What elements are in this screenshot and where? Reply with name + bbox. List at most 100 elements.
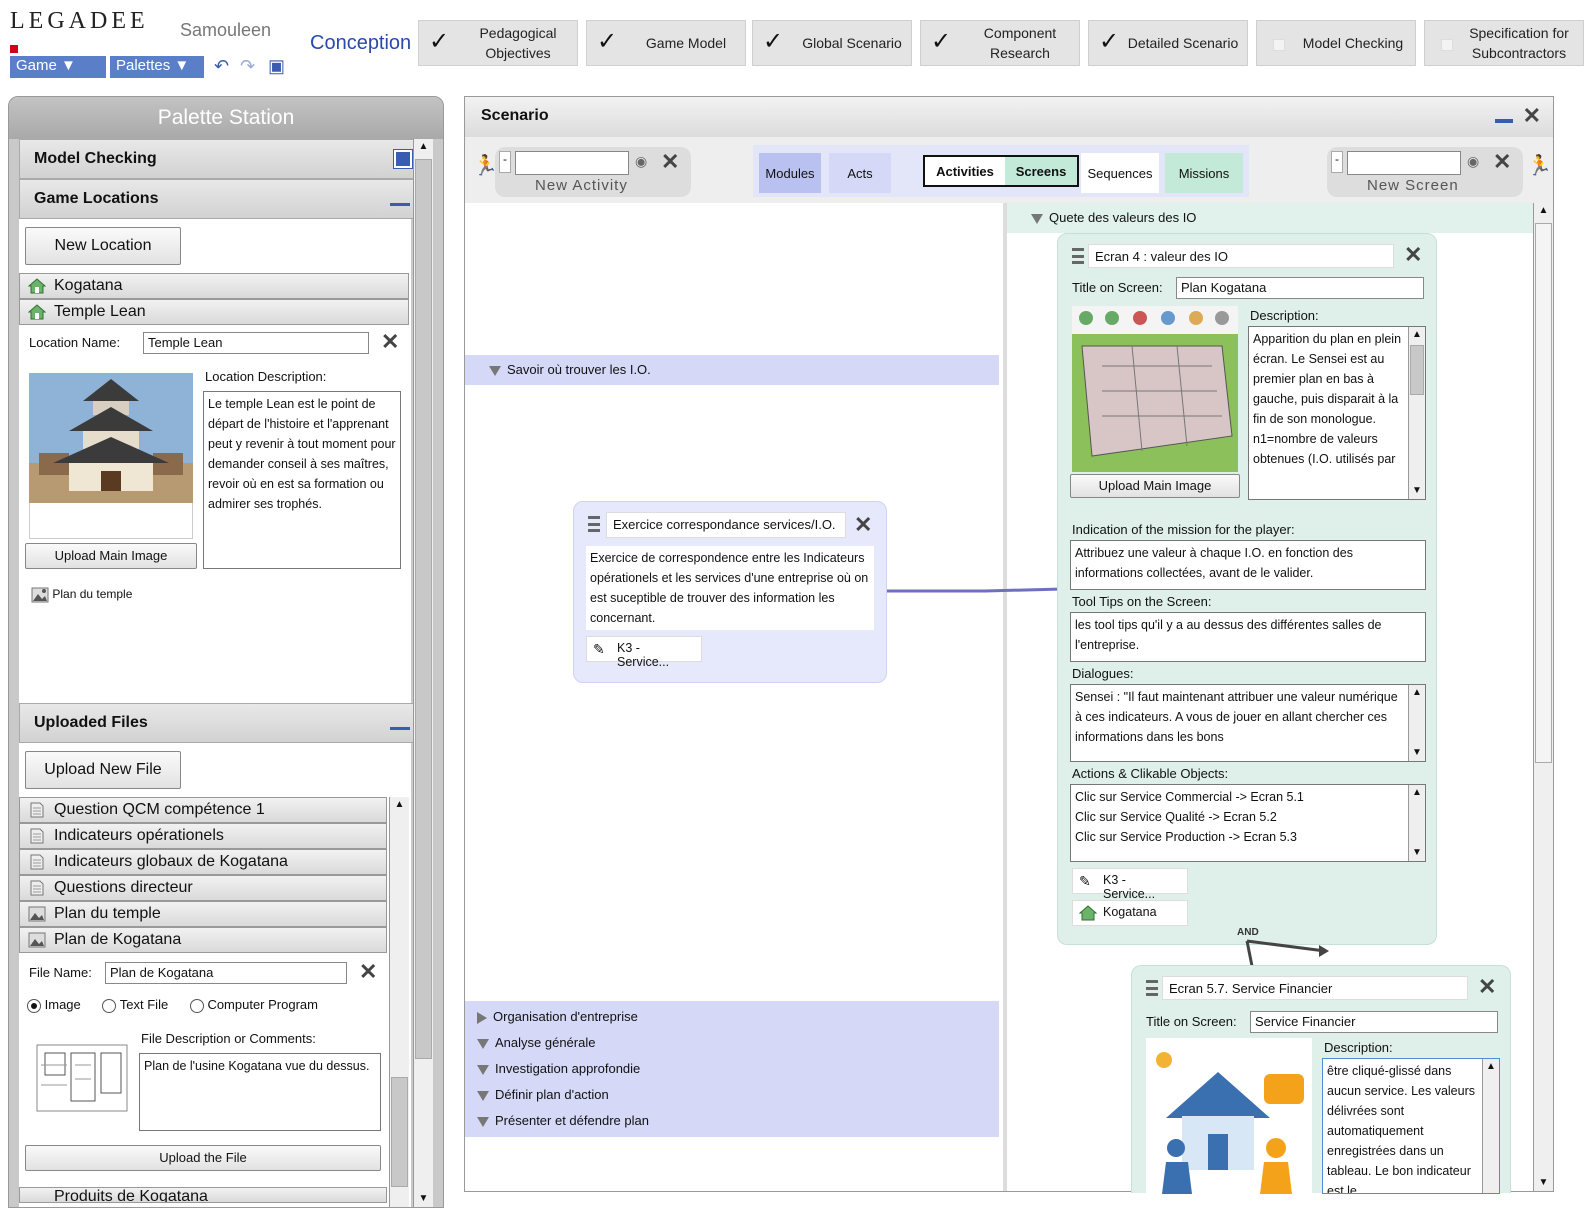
drag-handle-icon[interactable] [1146,980,1158,996]
file-item[interactable]: Plan de Kogatana [19,927,387,953]
scroll-up-icon[interactable]: ▲ [390,797,409,813]
game-locations-section[interactable]: Game Locations [19,179,423,219]
redo-icon[interactable]: ↷ [240,56,255,77]
files-scrollbar[interactable]: ▲ [389,797,409,1207]
module-item[interactable]: Analyse générale [477,1035,595,1050]
tooltips-field[interactable]: les tool tips qu'il y a au dessus des di… [1070,612,1426,662]
screen-card[interactable]: Ecran 4 : valeur des IO ✕ Title on Scree… [1057,233,1437,945]
location-item-temple-lean[interactable]: Temple Lean [19,299,409,325]
file-item[interactable]: Questions directeur [19,875,387,901]
scroll-up-icon[interactable]: ▲ [1409,327,1425,343]
module-item[interactable]: Organisation d'entreprise [477,1009,638,1024]
radio-text-file[interactable] [102,998,117,1013]
file-item[interactable]: Plan du temple [19,901,387,927]
screen-description-field[interactable]: être cliqué-glissé dans aucun service. L… [1322,1058,1500,1194]
upload-the-file-button[interactable]: Upload the File [25,1145,381,1171]
model-checking-section[interactable]: Model Checking [19,139,423,179]
scenario-scrollbar[interactable]: ▲ ▼ [1533,203,1553,1191]
scroll-up-icon[interactable]: ▲ [414,139,433,155]
close-icon[interactable]: ✕ [1478,974,1496,1000]
screen-title[interactable]: Ecran 5.7. Service Financier [1162,976,1468,1000]
file-item[interactable]: Indicateurs opérationels [19,823,387,849]
close-icon[interactable]: ✕ [381,329,399,355]
expand-triangle-icon[interactable] [477,1011,487,1024]
tab-sequences[interactable]: Sequences [1081,153,1159,193]
dialogues-field[interactable]: Sensei : "Il faut maintenant attribuer u… [1070,684,1426,762]
eye-icon[interactable]: ◉ [635,153,647,170]
screen-card[interactable]: Ecran 5.7. Service Financier ✕ Title on … [1131,965,1511,1194]
save-icon[interactable]: ▣ [268,56,285,77]
scroll-thumb[interactable] [415,159,432,1059]
scroll-thumb[interactable] [1410,345,1424,395]
tab-screens[interactable]: Screens [1005,155,1079,187]
minus-icon[interactable]: - [499,151,511,173]
eye-icon[interactable]: ◉ [1467,153,1479,170]
drag-handle-icon[interactable] [1072,248,1084,264]
module-item[interactable]: Investigation approfondie [477,1061,640,1076]
minimize-icon[interactable] [390,724,410,730]
scroll-up-icon[interactable]: ▲ [1409,685,1425,701]
file-item[interactable]: Indicateurs globaux de Kogatana [19,849,387,875]
module-item[interactable]: Présenter et défendre plan [477,1113,649,1128]
scroll-up-icon[interactable]: ▲ [1409,785,1425,801]
close-icon[interactable]: ✕ [1493,149,1511,175]
undo-icon[interactable]: ↶ [214,56,229,77]
radio-computer-program[interactable] [189,998,204,1013]
file-item[interactable]: Produits de Kogatana [19,1187,387,1203]
close-icon[interactable]: ✕ [1523,103,1541,129]
scroll-thumb[interactable] [1535,223,1552,763]
tab-acts[interactable]: Acts [829,153,891,193]
scroll-up-icon[interactable]: ▲ [1483,1059,1499,1075]
palettes-menu[interactable]: Palettes ▼ [110,56,204,78]
scroll-down-icon[interactable]: ▼ [1534,1175,1553,1191]
upload-new-file-button[interactable]: Upload New File [25,751,181,789]
description-scrollbar[interactable]: ▲ [1482,1059,1499,1193]
sequence-header-right[interactable]: Quete des valeurs des IO [1007,203,1533,233]
close-icon[interactable]: ✕ [854,512,872,538]
scroll-down-icon[interactable]: ▼ [1409,845,1425,861]
step-component-research[interactable]: ✓ Component Research [920,20,1080,66]
game-menu[interactable]: Game ▼ [10,56,106,78]
expand-triangle-icon[interactable] [1031,213,1043,224]
activity-title[interactable]: Exercice correspondance services/I.O. [606,512,846,538]
expand-triangle-icon[interactable] [477,1038,489,1049]
screen-title[interactable]: Ecran 4 : valeur des IO [1088,244,1394,268]
linked-file-item[interactable]: Plan du temple [31,587,132,603]
actions-field[interactable]: Clic sur Service Commercial -> Ecran 5.1… [1070,784,1426,862]
location-name-field[interactable]: Temple Lean [143,332,369,354]
file-item[interactable]: Question QCM compétence 1 [19,797,387,823]
mission-field[interactable]: Attribuez une valeur à chaque I.O. en fo… [1070,540,1426,590]
minimize-icon[interactable] [1495,119,1513,123]
file-description-field[interactable]: Plan de l'usine Kogatana vue du dessus. [139,1053,381,1131]
expand-triangle-icon[interactable] [477,1064,489,1075]
close-icon[interactable]: ✕ [359,959,377,985]
minimize-icon[interactable] [390,200,410,206]
step-game-model[interactable]: ✓ Game Model [586,20,746,66]
step-pedagogical-objectives[interactable]: ✓ Pedagogical Objectives [418,20,578,66]
close-icon[interactable]: ✕ [1404,242,1422,268]
expand-icon[interactable] [393,149,413,169]
activity-card[interactable]: Exercice correspondance services/I.O. ✕ … [573,501,887,683]
title-on-screen-field[interactable]: Service Financier [1250,1011,1498,1033]
new-activity-input[interactable] [515,151,629,175]
activity-description[interactable]: Exercice de correspondence entre les Ind… [586,546,874,630]
radio-image[interactable] [27,998,41,1013]
competence-tag[interactable]: ✎ K3 - Service... [1072,868,1188,901]
palette-scrollbar[interactable]: ▲ ▼ [413,139,433,1207]
scroll-down-icon[interactable]: ▼ [414,1191,433,1207]
location-tag[interactable]: Kogatana [1072,900,1188,926]
expand-triangle-icon[interactable] [477,1116,489,1127]
close-icon[interactable]: ✕ [661,149,679,175]
title-on-screen-field[interactable]: Plan Kogatana [1176,277,1424,299]
scroll-down-icon[interactable]: ▼ [1409,483,1425,499]
tab-missions[interactable]: Missions [1165,153,1243,193]
scroll-thumb[interactable] [391,1077,408,1187]
competence-tag[interactable]: ✎ K3 - Service... [586,636,702,669]
step-model-checking[interactable]: Model Checking [1256,20,1416,66]
sequence-header-left[interactable]: Savoir où trouver les I.O. [465,355,999,385]
upload-main-image-button[interactable]: Upload Main Image [25,543,197,569]
location-description-field[interactable]: Le temple Lean est le point de départ de… [203,391,401,569]
scroll-up-icon[interactable]: ▲ [1534,203,1553,219]
screen-description-field[interactable]: Apparition du plan en plein écran. Le Se… [1248,326,1426,500]
step-specification[interactable]: Specification for Subcontractors [1424,20,1584,66]
